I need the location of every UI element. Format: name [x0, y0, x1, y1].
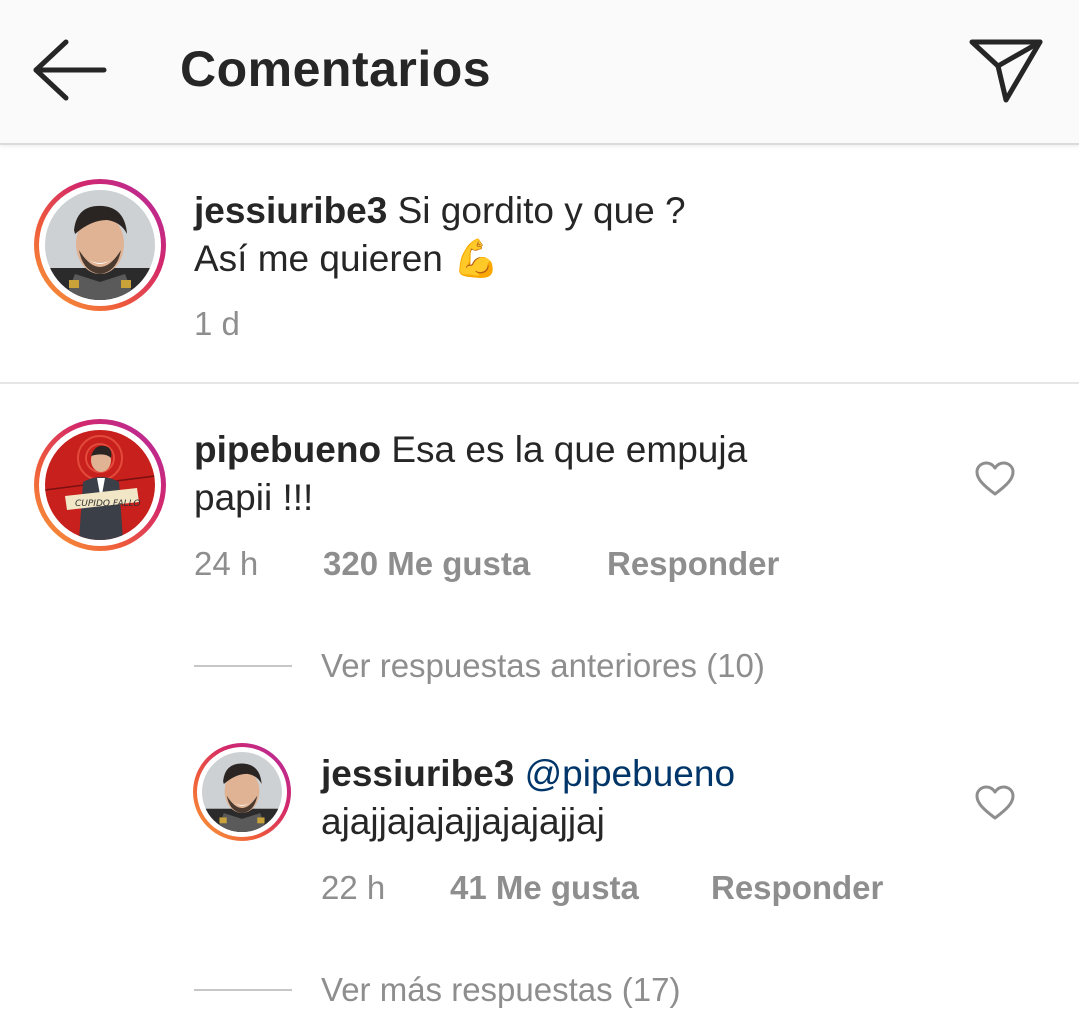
replies-line [194, 989, 292, 991]
post-caption: jessiuribe3 Si gordito y que ? Así me qu… [0, 145, 1079, 382]
svg-text:CUPIDO FALLO: CUPIDO FALLO [75, 499, 140, 509]
avatar-photo [45, 190, 155, 300]
back-button[interactable] [30, 38, 110, 102]
caption-username[interactable]: jessiuribe3 [194, 190, 387, 231]
share-button[interactable] [966, 36, 1046, 106]
comment-text: pipebueno Esa es la que empuja papii !!! [194, 426, 747, 522]
avatar-photo [202, 752, 282, 832]
comment-likes[interactable]: 320 Me gusta [323, 545, 530, 583]
reply-username[interactable]: jessiuribe3 [321, 753, 514, 794]
comment-reply-button[interactable]: Responder [607, 545, 779, 583]
avatar[interactable]: CUPIDO FALLO [34, 419, 166, 551]
avatar[interactable] [34, 179, 166, 311]
reply-meta: 22 h [321, 869, 385, 907]
comment-line2: papii !!! [194, 477, 314, 518]
comment-meta: 24 h [194, 545, 258, 583]
reply-mention[interactable]: @pipebueno [525, 753, 735, 794]
reply-timestamp: 22 h [321, 869, 386, 906]
replies-line [194, 665, 292, 667]
caption-line2: Así me quieren 💪 [194, 238, 500, 279]
comment-timestamp: 24 h [194, 545, 259, 582]
avatar[interactable] [193, 743, 291, 841]
caption-timestamp: 1 d [194, 305, 240, 342]
like-button[interactable] [975, 785, 1015, 821]
heart-outline-icon [975, 785, 1015, 820]
like-button[interactable] [975, 461, 1015, 497]
reply-line2: ajajjajajajjajajajjaj [321, 801, 605, 842]
heart-outline-icon [975, 461, 1015, 496]
view-more-replies[interactable]: Ver más respuestas (17) [321, 971, 681, 1009]
caption-divider [0, 382, 1079, 384]
caption-line1: Si gordito y que ? [397, 190, 686, 231]
page-title: Comentarios [180, 41, 492, 97]
reply-text: jessiuribe3 @pipebueno ajajjajajajjajaja… [321, 750, 735, 846]
top-app-bar: Comentarios [0, 0, 1079, 145]
paper-plane-icon [969, 39, 1043, 103]
arrow-left-icon [33, 39, 107, 101]
reply-likes[interactable]: 41 Me gusta [450, 869, 639, 907]
reply-reply-button[interactable]: Responder [711, 869, 883, 907]
view-previous-replies[interactable]: Ver respuestas anteriores (10) [321, 647, 765, 685]
comment-line1: Esa es la que empuja [391, 429, 748, 470]
avatar-photo: CUPIDO FALLO [45, 430, 155, 540]
comment-username[interactable]: pipebueno [194, 429, 381, 470]
caption-text: jessiuribe3 Si gordito y que ? Así me qu… [194, 187, 686, 283]
